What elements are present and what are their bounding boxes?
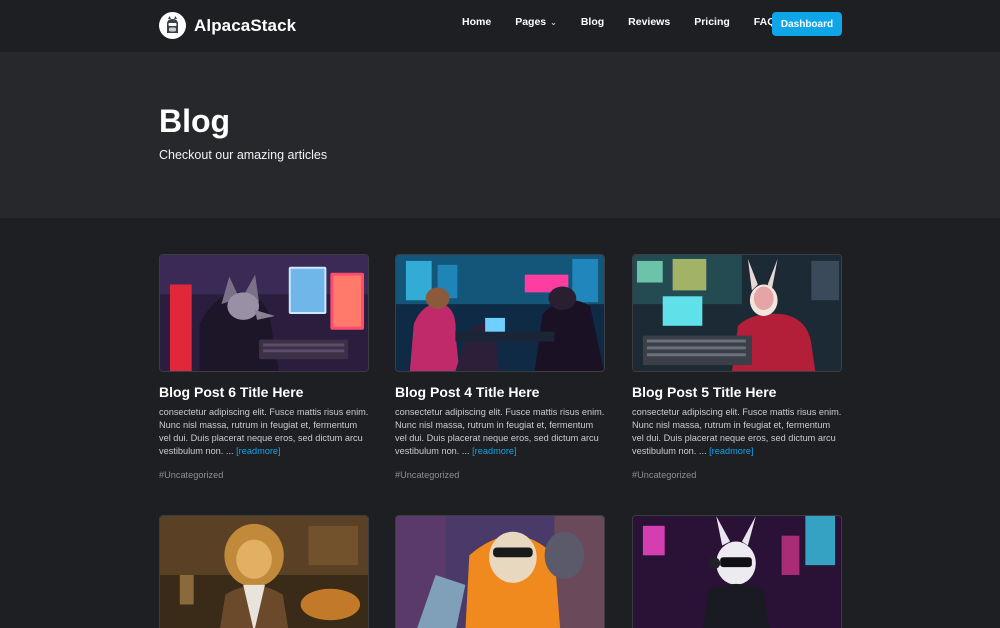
nav-home[interactable]: Home <box>462 16 491 28</box>
post-tag[interactable]: #Uncategorized <box>632 470 842 480</box>
nav-pages-label: Pages <box>515 16 547 28</box>
lion-lounge-image <box>160 516 368 628</box>
neon-rabbit-image <box>633 516 841 628</box>
nav-blog[interactable]: Blog <box>581 16 604 28</box>
post-thumbnail[interactable] <box>159 515 369 628</box>
post-title[interactable]: Blog Post 4 Title Here <box>395 384 605 400</box>
wolf-hacker-image <box>160 255 368 371</box>
post-thumbnail[interactable] <box>395 254 605 372</box>
blog-card <box>395 515 605 628</box>
post-excerpt: consectetur adipiscing elit. Fusce matti… <box>632 406 842 458</box>
post-thumbnail[interactable] <box>159 254 369 372</box>
alpaca-logo-icon <box>159 12 186 39</box>
cyber-office-image <box>396 255 604 371</box>
dashboard-button[interactable]: Dashboard <box>772 12 842 36</box>
post-thumbnail[interactable] <box>632 254 842 372</box>
readmore-link[interactable]: [readmore] <box>709 446 753 456</box>
post-tag[interactable]: #Uncategorized <box>159 470 369 480</box>
post-excerpt: consectetur adipiscing elit. Fusce matti… <box>395 406 605 458</box>
post-title[interactable]: Blog Post 5 Title Here <box>632 384 842 400</box>
blog-card: Blog Post 4 Title Here consectetur adipi… <box>395 254 605 480</box>
readmore-link[interactable]: [readmore] <box>472 446 516 456</box>
post-tag[interactable]: #Uncategorized <box>395 470 605 480</box>
blog-card <box>159 515 369 628</box>
nav-reviews[interactable]: Reviews <box>628 16 670 28</box>
nav-pricing[interactable]: Pricing <box>694 16 730 28</box>
page-title: Blog <box>159 103 231 139</box>
readmore-link[interactable]: [readmore] <box>236 446 280 456</box>
page-subtitle: Checkout our amazing articles <box>159 148 328 162</box>
blog-card: Blog Post 6 Title Here consectetur adipi… <box>159 254 369 480</box>
navbar: AlpacaStack Home Pages ⌄ Blog Reviews Pr… <box>0 0 1000 52</box>
chevron-down-icon: ⌄ <box>550 17 557 27</box>
post-excerpt: consectetur adipiscing elit. Fusce matti… <box>159 406 369 458</box>
post-title[interactable]: Blog Post 6 Title Here <box>159 384 369 400</box>
nav-pages[interactable]: Pages ⌄ <box>515 16 557 28</box>
rabbit-hacker-image <box>633 255 841 371</box>
post-thumbnail[interactable] <box>395 515 605 628</box>
blog-card: Blog Post 5 Title Here consectetur adipi… <box>632 254 842 480</box>
sloth-hoodie-image <box>396 516 604 628</box>
post-thumbnail[interactable] <box>632 515 842 628</box>
hero-section: Blog Checkout our amazing articles <box>0 52 1000 218</box>
main-nav: Home Pages ⌄ Blog Reviews Pricing FAQ <box>462 16 799 28</box>
brand[interactable]: AlpacaStack <box>159 12 296 39</box>
brand-name: AlpacaStack <box>194 15 297 35</box>
blog-card <box>632 515 842 628</box>
